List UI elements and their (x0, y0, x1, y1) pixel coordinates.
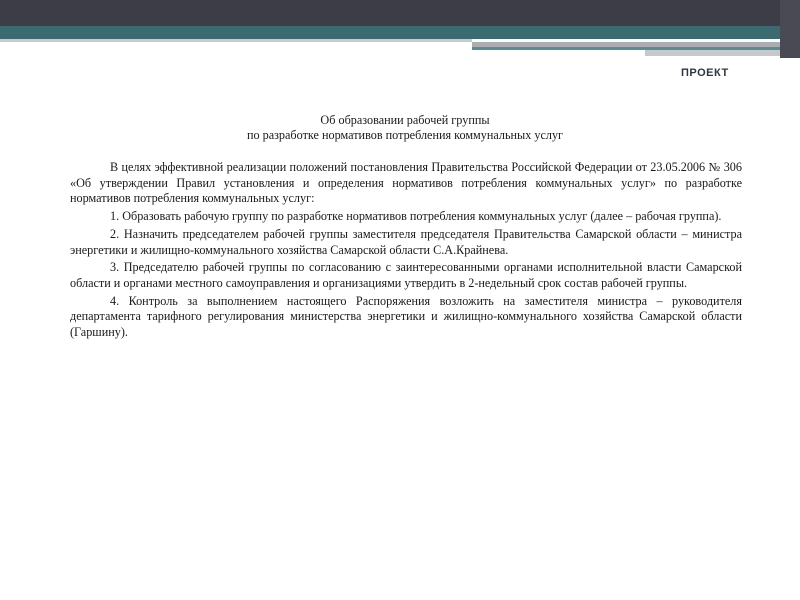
header-band-teal (0, 26, 780, 39)
item-2-paragraph: 2. Назначить председателем рабочей групп… (70, 226, 742, 257)
title-line-2: по разработке нормативов потребления ком… (246, 128, 564, 142)
header-band-grey-left (0, 39, 472, 42)
draft-stamp: ПРОЕКТ (681, 67, 729, 79)
preamble-paragraph: В целях эффективной реализации положений… (70, 160, 742, 206)
document-body: В целях эффективной реализации положений… (70, 160, 742, 343)
item-1-paragraph: 1. Образовать рабочую группу по разработ… (110, 209, 722, 224)
title-line-1: Об образовании рабочей группы (320, 113, 490, 127)
header-band-dark (0, 0, 780, 26)
header-band-light-right (645, 50, 780, 56)
document-title: Об образовании рабочей группы по разрабо… (100, 113, 710, 143)
item-3-paragraph: 3. Председателю рабочей группы по соглас… (70, 260, 742, 290)
item-4-paragraph: 4. Контроль за выполнением настоящего Ра… (70, 293, 742, 340)
header-band-dark-right (780, 0, 800, 58)
